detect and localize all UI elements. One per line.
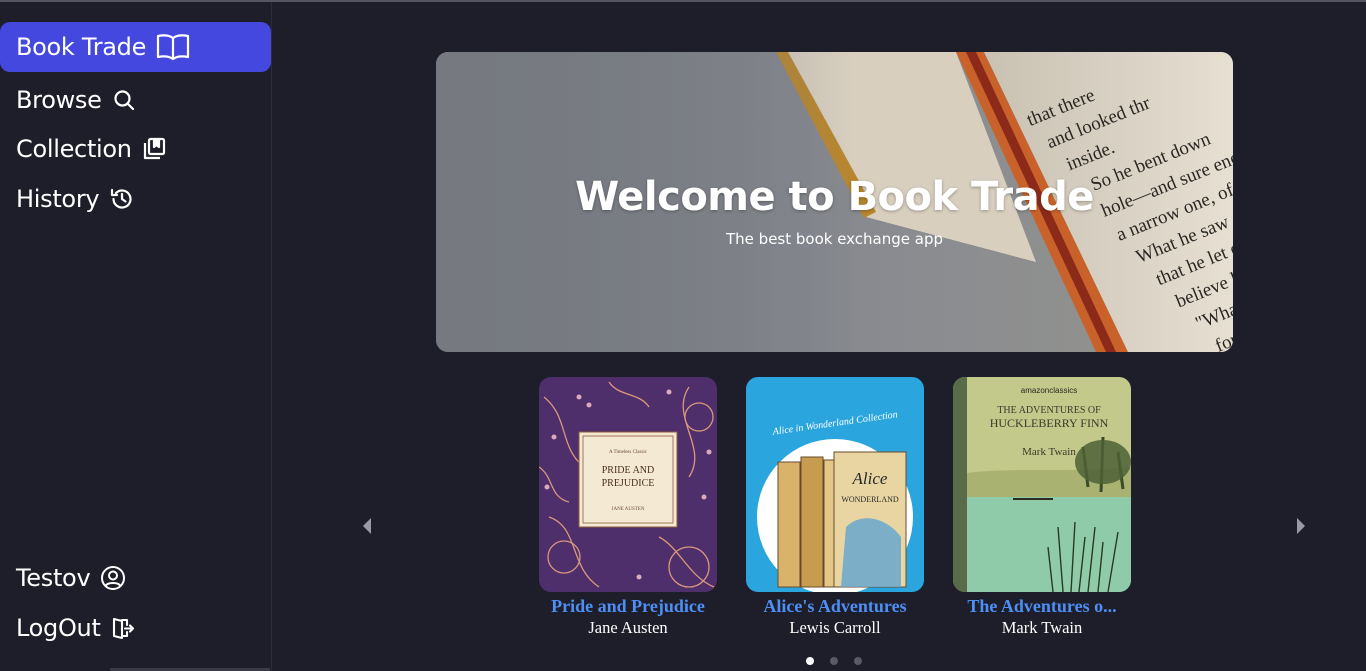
carousel-dot[interactable] [854,657,862,665]
carousel-prev-button[interactable] [360,516,374,536]
cover-book-title-line1: Alice [852,469,888,488]
book-author: Lewis Carroll [789,618,881,637]
book-title[interactable]: Alice's Adventures [746,596,924,617]
cover-author: Mark Twain [1022,446,1076,458]
carousel-pagination [806,657,862,665]
book-card[interactable]: A Timeless Classic PRIDE AND PREJUDICE J… [539,377,717,638]
collection-icon [142,137,166,161]
user-label: Testov [16,564,91,592]
sidebar-item-browse[interactable]: Browse [0,75,271,125]
cover-author: JANE AUSTEN [612,507,645,512]
book-author: Mark Twain [1001,618,1083,637]
hero-title: Welcome to Book Trade [575,174,1094,220]
book-cover-art: Alice in Wonderland Collection Alice WON… [757,409,913,592]
logout-button[interactable]: LogOut [0,603,271,653]
hero-banner: that there and looked thr inside. So he … [436,52,1233,352]
cover-title-line2: HUCKLEBERRY FINN [990,416,1109,430]
book-cover-art: amazonclassics THE ADVENTURES OF HUCKLEB… [953,377,1131,592]
history-icon [109,186,135,212]
sidebar-item-label: Browse [16,86,102,114]
hero-text: Welcome to Book Trade The best book exch… [436,174,1233,248]
main-content: that there and looked thr inside. So he … [273,2,1366,671]
carousel-next-button[interactable] [1294,516,1308,536]
sidebar-item-collection[interactable]: Collection [0,124,271,174]
book-title[interactable]: The Adventures o... [953,596,1131,617]
sidebar-item-book-trade[interactable]: Book Trade [0,22,271,72]
open-book-icon [156,33,190,61]
sidebar-item-history[interactable]: History [0,174,271,224]
sidebar-item-label: Collection [16,135,132,163]
chevron-right-icon [1297,518,1305,534]
book-cover-art: A Timeless Classic PRIDE AND PREJUDICE J… [539,381,715,588]
sidebar-item-label: History [16,185,100,213]
carousel-dot[interactable] [806,657,814,665]
logout-label: LogOut [16,614,101,642]
cover-series: A Timeless Classic [609,450,648,455]
logout-icon [111,616,135,640]
user-circle-icon [100,565,126,591]
cover-title-line1: PRIDE AND [602,465,655,476]
book-title[interactable]: Pride and Prejudice [539,596,717,617]
sidebar-item-user[interactable]: Testov [0,553,271,603]
book-card[interactable]: Alice in Wonderland Collection Alice WON… [746,377,924,638]
search-icon [112,88,136,112]
hero-subtitle: The best book exchange app [726,230,943,248]
cover-banner: Alice in Wonderland Collection [771,409,898,438]
carousel-dot[interactable] [830,657,838,665]
book-cover: Alice in Wonderland Collection Alice WON… [746,377,924,592]
chevron-left-icon [363,518,371,534]
book-card[interactable]: amazonclassics THE ADVENTURES OF HUCKLEB… [953,377,1131,638]
cover-publisher: amazonclassics [1021,386,1077,395]
book-cover: amazonclassics THE ADVENTURES OF HUCKLEB… [953,377,1131,592]
sidebar: Book Trade Browse Collection History Tes… [0,2,272,671]
cover-book-title-line2: WONDERLAND [841,495,899,504]
book-author: Jane Austen [588,618,668,637]
book-cover: A Timeless Classic PRIDE AND PREJUDICE J… [539,377,717,592]
brand-label: Book Trade [16,33,147,61]
cover-title-line2: PREJUDICE [602,478,655,489]
cover-title-line1: THE ADVENTURES OF [997,405,1101,416]
